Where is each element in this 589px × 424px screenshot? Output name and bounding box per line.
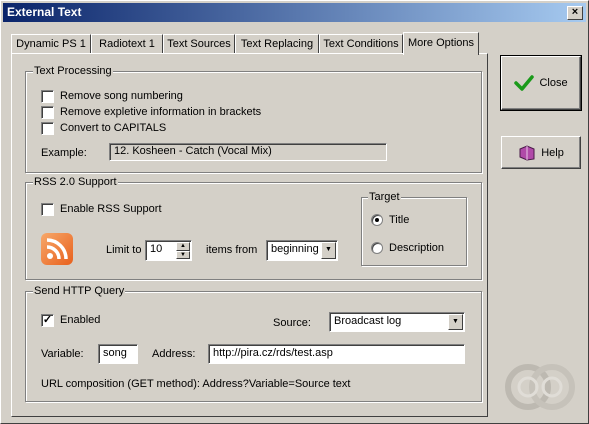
spin-down-icon[interactable]: ▼ [176, 250, 190, 259]
source-label: Source: [273, 317, 311, 329]
text-processing-legend: Text Processing [33, 65, 113, 77]
variable-field[interactable]: song [98, 344, 138, 364]
window-close-icon[interactable]: × [567, 6, 583, 20]
remove-numbering-checkbox[interactable] [41, 90, 54, 103]
url-composition-note: URL composition (GET method): Address?Va… [41, 378, 351, 390]
http-enabled-label[interactable]: Enabled [60, 314, 100, 327]
help-button[interactable]: Help [501, 136, 581, 169]
http-legend: Send HTTP Query [33, 285, 126, 297]
http-enabled-checkbox[interactable]: ✓ [41, 314, 54, 327]
rss-feed-icon [41, 233, 73, 265]
tab-radiotext1[interactable]: Radiotext 1 [91, 34, 163, 54]
target-description-label[interactable]: Description [389, 242, 444, 255]
target-legend: Target [368, 191, 401, 203]
tab-text-replacing[interactable]: Text Replacing [235, 34, 319, 54]
close-button[interactable]: Close [500, 55, 582, 111]
text-processing-group: Text Processing Remove song numbering Re… [25, 65, 482, 173]
target-title-radio[interactable] [371, 214, 383, 226]
limit-spin-buttons[interactable]: ▲ ▼ [176, 242, 190, 259]
tab-text-conditions[interactable]: Text Conditions [319, 34, 403, 54]
remove-expletive-checkbox[interactable] [41, 106, 54, 119]
close-button-label: Close [539, 77, 568, 89]
tab-text-sources[interactable]: Text Sources [163, 34, 235, 54]
items-from-label: items from [206, 244, 258, 256]
target-description-radio[interactable] [371, 242, 383, 254]
address-field[interactable]: http://pira.cz/rds/test.asp [208, 344, 465, 364]
target-title-label[interactable]: Title [389, 214, 409, 227]
tab-dynamic-ps1[interactable]: Dynamic PS 1 [11, 34, 91, 54]
rss-legend: RSS 2.0 Support [33, 176, 118, 188]
checkmark-icon [514, 75, 535, 91]
app-logo-watermark [505, 364, 575, 410]
http-query-group: Send HTTP Query ✓ Enabled Source: Broadc… [25, 285, 482, 402]
address-label: Address: [152, 348, 196, 360]
capitals-label[interactable]: Convert to CAPITALS [60, 122, 166, 135]
title-bar[interactable]: External Text × [3, 3, 586, 22]
main-window: External Text × Dynamic PS 1 Radiotext 1… [0, 0, 589, 424]
limit-value: 10 [150, 243, 163, 255]
tab-more-options[interactable]: More Options [403, 32, 479, 55]
example-field: 12. Kosheen - Catch (Vocal Mix) [109, 143, 387, 161]
example-label: Example: [41, 147, 87, 159]
items-from-value: beginning [271, 243, 319, 255]
items-from-select[interactable]: beginning ▼ [266, 240, 338, 261]
target-group: Target Title Description [361, 191, 467, 266]
enable-rss-label[interactable]: Enable RSS Support [60, 203, 162, 216]
remove-numbering-label[interactable]: Remove song numbering [60, 90, 183, 103]
remove-expletive-label[interactable]: Remove expletive information in brackets [60, 106, 261, 119]
help-book-icon [519, 144, 535, 161]
source-value: Broadcast log [334, 315, 402, 327]
limit-label: Limit to [106, 244, 142, 256]
chevron-down-icon[interactable]: ▼ [321, 242, 336, 259]
capitals-checkbox[interactable] [41, 122, 54, 135]
help-button-label: Help [541, 146, 564, 159]
window-title: External Text [7, 5, 82, 19]
limit-stepper[interactable]: 10 ▲ ▼ [145, 240, 192, 261]
source-select[interactable]: Broadcast log ▼ [329, 312, 465, 332]
variable-label: Variable: [41, 348, 84, 360]
tab-panel: Text Processing Remove song numbering Re… [11, 53, 488, 417]
enable-rss-checkbox[interactable] [41, 203, 54, 216]
chevron-down-icon[interactable]: ▼ [448, 314, 463, 330]
spin-up-icon[interactable]: ▲ [176, 242, 190, 251]
rss-group: RSS 2.0 Support Enable RSS Support Limit… [25, 176, 482, 280]
